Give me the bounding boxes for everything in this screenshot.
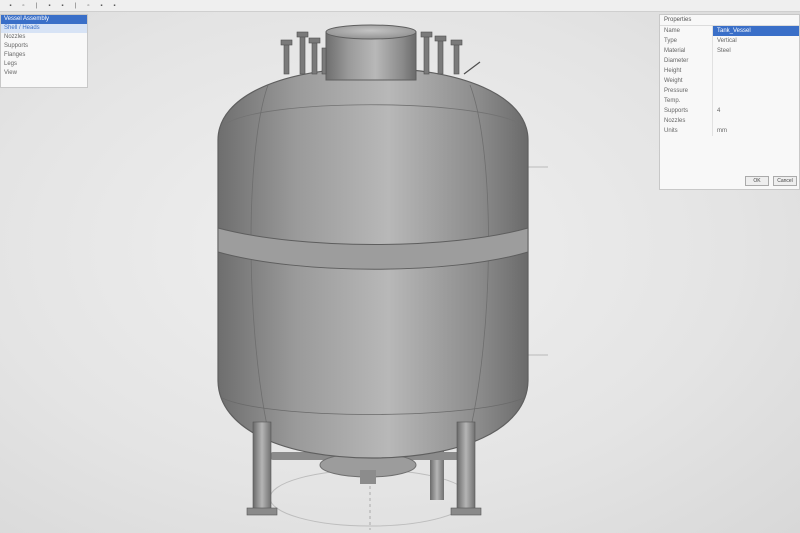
property-key: Height: [664, 68, 682, 74]
tree-item[interactable]: Shell / Heads: [1, 24, 87, 33]
property-key: Nozzles: [664, 118, 686, 124]
nozzle-group-right: [420, 31, 481, 75]
property-row[interactable]: Units mm: [660, 126, 799, 136]
ok-button[interactable]: OK: [745, 176, 769, 186]
property-key: Temp.: [664, 98, 681, 104]
property-key: Diameter: [664, 58, 689, 64]
property-row[interactable]: Type Vertical: [660, 36, 799, 46]
property-row[interactable]: Temp.: [660, 96, 799, 106]
property-key: Material: [664, 48, 686, 54]
nozzle-group-left: [280, 31, 327, 75]
property-value[interactable]: [712, 116, 799, 126]
model-tree-panel: Vessel Assembly Shell / Heads Nozzles Suppo…: [0, 14, 88, 88]
tree-item[interactable]: Legs: [1, 60, 87, 69]
property-key: Pressure: [664, 88, 689, 94]
properties-panel: Properties Name Tank_Vessel Type Vertical Ma…: [659, 14, 800, 190]
property-key: Name: [664, 28, 681, 34]
property-row[interactable]: Name Tank_Vessel: [660, 26, 799, 36]
property-value[interactable]: 4: [712, 106, 799, 116]
tree-item[interactable]: Supports: [1, 42, 87, 51]
property-row[interactable]: Weight: [660, 76, 799, 86]
property-row[interactable]: Supports 4: [660, 106, 799, 116]
property-value[interactable]: [712, 96, 799, 106]
property-key: Weight: [664, 78, 683, 84]
property-value[interactable]: [712, 56, 799, 66]
properties-title: Properties: [660, 15, 799, 26]
property-row[interactable]: Pressure: [660, 86, 799, 96]
cancel-button[interactable]: Cancel: [773, 176, 797, 186]
property-row[interactable]: Diameter: [660, 56, 799, 66]
property-value[interactable]: mm: [712, 126, 799, 136]
bottom-drain: [360, 470, 376, 484]
property-value[interactable]: Vertical: [712, 36, 799, 46]
property-row[interactable]: Material Steel: [660, 46, 799, 56]
property-row[interactable]: Height: [660, 66, 799, 76]
support-leg-left: [252, 421, 272, 515]
property-value[interactable]: Tank_Vessel: [712, 26, 799, 36]
property-row[interactable]: Nozzles: [660, 116, 799, 126]
tree-item[interactable]: Nozzles: [1, 33, 87, 42]
property-value[interactable]: [712, 76, 799, 86]
tree-item[interactable]: Flanges: [1, 51, 87, 60]
manway-top: [325, 24, 417, 40]
support-leg-right: [456, 421, 476, 515]
property-value[interactable]: [712, 66, 799, 76]
support-leg-left-foot: [246, 507, 278, 516]
property-key: Type: [664, 38, 678, 44]
property-value[interactable]: [712, 86, 799, 96]
tree-item[interactable]: Vessel Assembly: [1, 15, 87, 24]
property-value[interactable]: Steel: [712, 46, 799, 56]
support-leg-right-foot: [450, 507, 482, 516]
property-key: Units: [664, 128, 678, 134]
property-key: Supports: [664, 108, 689, 114]
tree-item[interactable]: View: [1, 69, 87, 78]
